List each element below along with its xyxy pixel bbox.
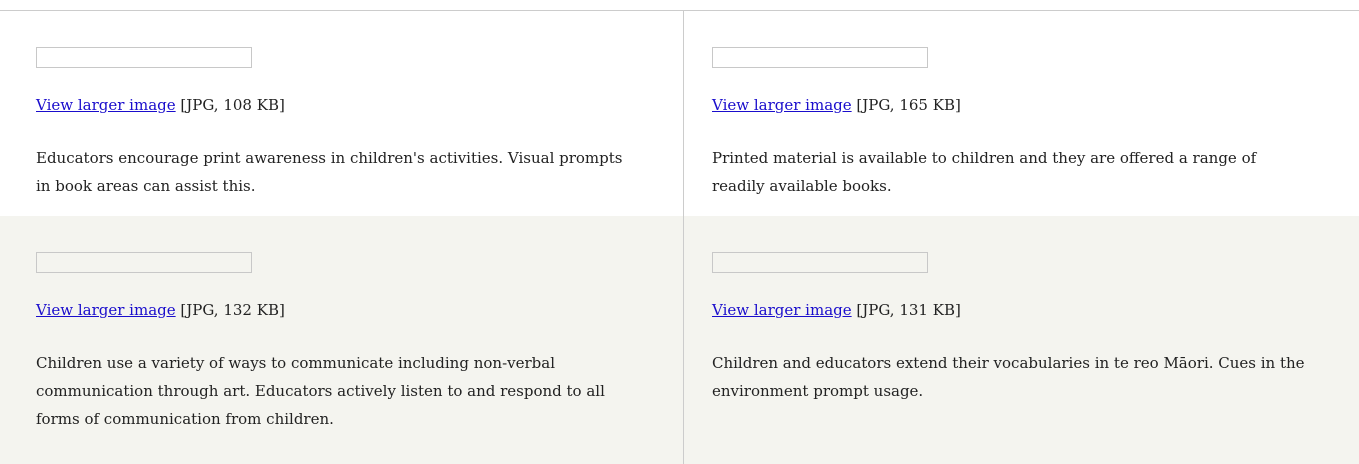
image-caption: View larger image [JPG, 108 KB] (36, 95, 285, 115)
view-larger-image-link[interactable]: View larger image (36, 301, 176, 319)
image-caption: View larger image [JPG, 131 KB] (712, 300, 961, 320)
image-description: Educators encourage print awareness in c… (36, 149, 623, 195)
image-thumbnail[interactable] (712, 252, 928, 273)
image-thumbnail[interactable] (36, 47, 252, 68)
image-description: Children use a variety of ways to commun… (36, 354, 605, 428)
image-caption: View larger image [JPG, 132 KB] (36, 300, 285, 320)
image-description: Children and educators extend their voca… (712, 354, 1305, 400)
gallery-row: View larger image [JPG, 132 KB] Children… (0, 216, 1359, 464)
column-divider (683, 11, 684, 464)
file-info: [JPG, 131 KB] (856, 301, 961, 319)
view-larger-image-link[interactable]: View larger image (36, 96, 176, 114)
file-info: [JPG, 165 KB] (856, 96, 961, 114)
view-larger-image-link[interactable]: View larger image (712, 301, 852, 319)
file-info: [JPG, 132 KB] (180, 301, 285, 319)
image-gallery: View larger image [JPG, 108 KB] Educator… (0, 11, 1359, 464)
view-larger-image-link[interactable]: View larger image (712, 96, 852, 114)
file-info: [JPG, 108 KB] (180, 96, 285, 114)
gallery-row: View larger image [JPG, 108 KB] Educator… (0, 11, 1359, 216)
image-caption: View larger image [JPG, 165 KB] (712, 95, 961, 115)
image-description: Printed material is available to childre… (712, 149, 1257, 195)
image-thumbnail[interactable] (712, 47, 928, 68)
image-thumbnail[interactable] (36, 252, 252, 273)
